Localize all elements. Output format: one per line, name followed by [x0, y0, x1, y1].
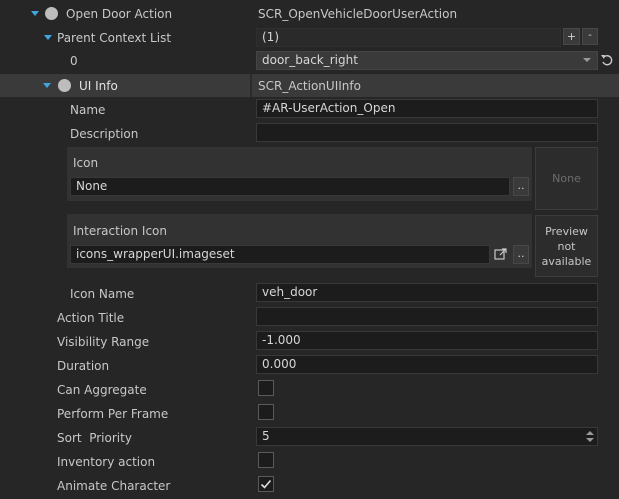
reset-icon[interactable]	[600, 53, 614, 67]
action-title-label: Action Title	[57, 311, 125, 325]
inventory-action-label: Inventory action	[57, 455, 156, 469]
name-value: #AR-UserAction_Open	[262, 101, 396, 115]
name-field[interactable]: #AR-UserAction_Open	[256, 99, 598, 118]
open-external-icon[interactable]	[494, 248, 507, 261]
ui-info-label: UI Info	[79, 79, 118, 93]
open-door-action-bullet-icon	[45, 7, 58, 20]
visibility-range-value: -1.000	[262, 333, 301, 347]
parent-context-list-label: Parent Context List	[57, 31, 172, 45]
interaction-icon-preview-text: Preview not available	[541, 225, 592, 268]
sort-priority-value: 5	[262, 429, 270, 443]
remove-item-button[interactable]: -	[582, 28, 598, 45]
context-item-dropdown[interactable]: door_back_right	[256, 51, 598, 70]
duration-value: 0.000	[262, 357, 297, 371]
icon-browse-button[interactable]: ..	[513, 177, 529, 196]
icon-value: None	[76, 179, 108, 193]
minus-icon: -	[588, 30, 592, 41]
chevron-down-icon[interactable]	[582, 55, 592, 65]
visibility-range-label: Visibility Range	[57, 335, 150, 349]
perform-per-frame-checkbox[interactable]	[258, 404, 274, 420]
icon-preview: None	[535, 147, 598, 210]
icon-label: Icon	[73, 156, 99, 170]
expand-arrow-icon[interactable]	[31, 11, 39, 16]
browse-dots-icon: ..	[517, 247, 525, 260]
duration-label: Duration	[57, 359, 110, 373]
plus-icon: +	[566, 30, 577, 43]
interaction-icon-label: Interaction Icon	[73, 224, 168, 238]
spinner-arrows-icon[interactable]	[585, 429, 595, 444]
action-title-field[interactable]	[256, 307, 598, 326]
visibility-range-field[interactable]: -1.000	[256, 331, 598, 350]
open-door-action-label: Open Door Action	[66, 7, 173, 21]
expand-arrow-icon[interactable]	[43, 83, 51, 88]
animate-character-checkbox[interactable]	[258, 476, 274, 492]
interaction-icon-value: icons_wrapperUI.imageset	[76, 247, 235, 261]
icon-preview-text: None	[552, 172, 581, 185]
perform-per-frame-label: Perform Per Frame	[57, 407, 169, 421]
parent-context-list-field: (1)	[256, 28, 561, 47]
duration-field[interactable]: 0.000	[256, 355, 598, 374]
inventory-action-checkbox[interactable]	[258, 452, 274, 468]
icon-name-label: Icon Name	[70, 287, 135, 301]
can-aggregate-checkbox[interactable]	[258, 380, 274, 396]
ui-info-class: SCR_ActionUIInfo	[258, 79, 361, 93]
browse-dots-icon: ..	[517, 179, 525, 192]
add-item-button[interactable]: +	[563, 28, 580, 45]
sort-priority-field[interactable]: 5	[256, 427, 598, 446]
icon-resource-field[interactable]: None	[70, 177, 510, 196]
checkmark-icon	[260, 479, 272, 489]
interaction-icon-preview: Preview not available	[535, 215, 598, 277]
animate-character-label: Animate Character	[57, 479, 171, 493]
icon-name-value: veh_door	[262, 285, 318, 299]
context-item-value: door_back_right	[262, 53, 358, 67]
description-label: Description	[70, 127, 139, 141]
sort-priority-label: Sort Priority	[57, 431, 132, 445]
name-label: Name	[70, 103, 106, 117]
icon-name-field[interactable]: veh_door	[256, 283, 598, 302]
open-door-action-class: SCR_OpenVehicleDoorUserAction	[258, 7, 458, 21]
expand-arrow-icon[interactable]	[44, 35, 52, 40]
interaction-icon-browse-button[interactable]: ..	[513, 245, 529, 264]
can-aggregate-label: Can Aggregate	[57, 383, 147, 397]
interaction-icon-resource-field[interactable]: icons_wrapperUI.imageset	[70, 245, 490, 264]
parent-context-count: (1)	[262, 30, 279, 44]
description-field[interactable]	[256, 123, 598, 142]
context-item-index: 0	[70, 54, 78, 68]
ui-info-row-divider	[250, 74, 252, 97]
ui-info-bullet-icon	[58, 79, 71, 92]
